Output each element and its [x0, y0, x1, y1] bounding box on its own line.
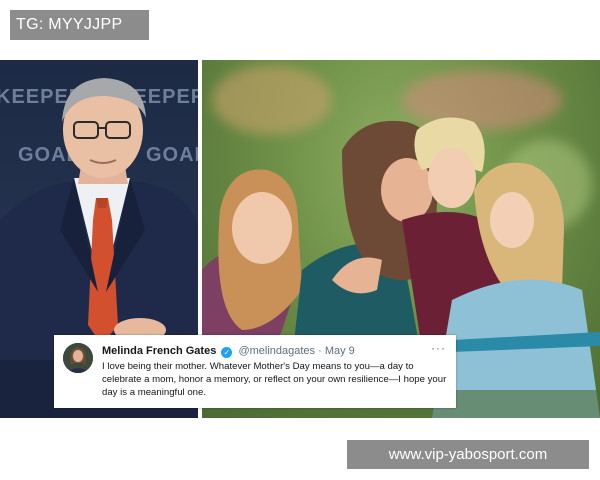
author-avatar[interactable] — [63, 343, 93, 373]
watermark-top-label: TG: MYYJJPP — [10, 10, 149, 40]
tweet-header: Melinda French Gates ✓ @melindagates · M… — [102, 345, 355, 358]
tweet-text: I love being their mother. Whatever Moth… — [102, 361, 447, 398]
author-name[interactable]: Melinda French Gates — [102, 345, 216, 357]
author-handle[interactable]: @melindagates — [238, 345, 315, 357]
separator-dot: · — [318, 345, 322, 357]
tweet-card: Melinda French Gates ✓ @melindagates · M… — [54, 335, 456, 408]
tweet-date[interactable]: May 9 — [325, 345, 355, 357]
verified-badge-icon: ✓ — [221, 347, 233, 358]
avatar-portrait-icon — [63, 343, 93, 373]
more-options-icon[interactable]: ··· — [431, 341, 446, 355]
watermark-bottom-url: www.vip-yabosport.com — [347, 440, 589, 469]
